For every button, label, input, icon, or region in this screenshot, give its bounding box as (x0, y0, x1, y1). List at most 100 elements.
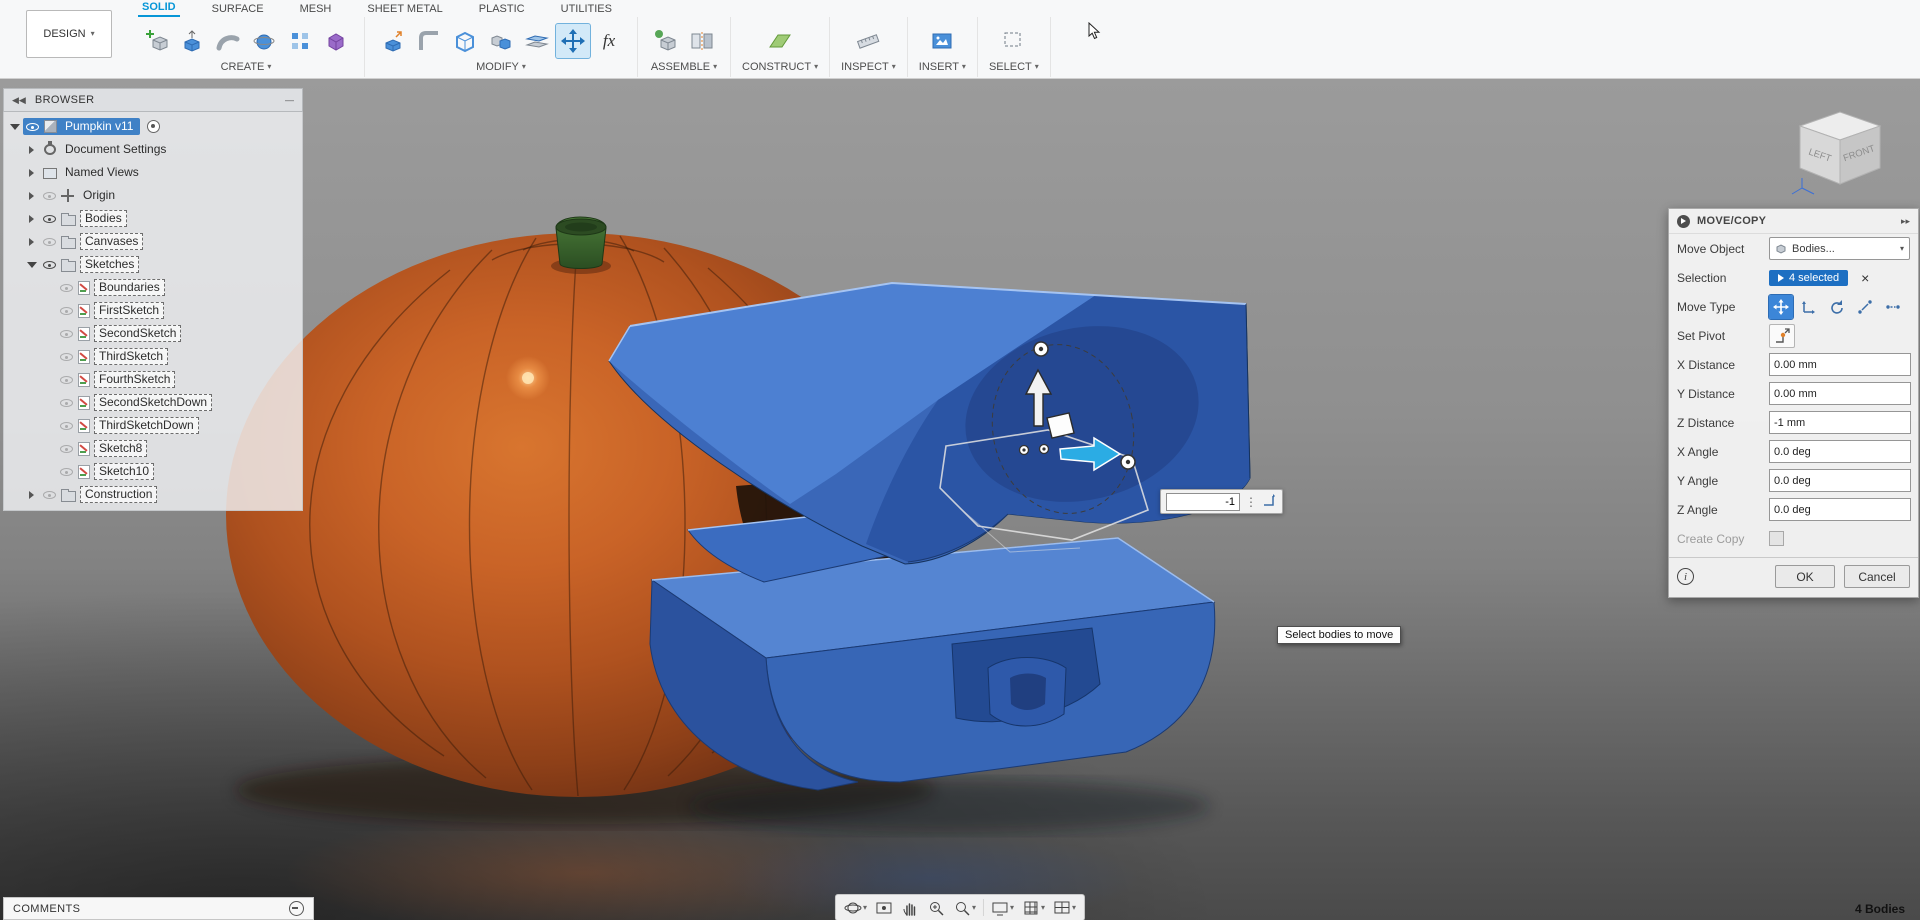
visibility-eye-icon[interactable] (60, 304, 74, 317)
info-icon[interactable]: i (1677, 568, 1694, 585)
offset-distance-input[interactable] (1166, 492, 1240, 511)
expand-arrow-icon[interactable] (44, 444, 54, 454)
expand-arrow-icon[interactable] (44, 375, 54, 385)
combine-icon[interactable] (484, 24, 518, 58)
construct-group-label[interactable]: CONSTRUCT ▾ (742, 61, 818, 73)
orbit-button[interactable]: ▾ (840, 897, 871, 918)
expand-arrow-icon[interactable] (44, 398, 54, 408)
visibility-eye-icon[interactable] (43, 488, 57, 501)
dock-dialog-icon[interactable]: ▸▸ (1901, 216, 1910, 227)
expand-arrow-icon[interactable] (27, 237, 37, 247)
selection-count-badge[interactable]: 4 selected (1769, 269, 1849, 286)
move-type-rotate-button[interactable] (1825, 295, 1849, 319)
comments-panel[interactable]: COMMENTS (3, 897, 314, 920)
move-copy-tool-icon[interactable] (555, 22, 591, 59)
tab-utilities[interactable]: UTILITIES (557, 1, 616, 17)
measure-icon[interactable] (851, 24, 885, 58)
mirror-join-icon[interactable] (685, 24, 719, 58)
browser-tree-item[interactable]: FourthSketch (4, 368, 302, 391)
expand-arrow-icon[interactable] (44, 329, 54, 339)
field-input[interactable] (1769, 353, 1911, 376)
field-input[interactable] (1769, 469, 1911, 492)
design-workspace-button[interactable]: DESIGN ▾ (26, 10, 112, 58)
browser-tree-item[interactable]: ThirdSketchDown (4, 414, 302, 437)
expand-arrow-icon[interactable] (44, 306, 54, 316)
field-input[interactable] (1769, 411, 1911, 434)
tab-mesh[interactable]: MESH (296, 1, 336, 17)
visibility-eye-icon[interactable] (60, 465, 74, 478)
move-type-translate-button[interactable] (1797, 295, 1821, 319)
dialog-header[interactable]: MOVE/COPY ▸▸ (1669, 209, 1918, 234)
field-input[interactable] (1769, 440, 1911, 463)
visibility-eye-icon[interactable] (60, 419, 74, 432)
expand-arrow-icon[interactable] (10, 122, 20, 132)
viewports-button[interactable]: ▾ (1049, 897, 1080, 918)
axis-toggle-icon[interactable] (1262, 492, 1277, 512)
assemble-group-label[interactable]: ASSEMBLE ▾ (651, 61, 717, 73)
inspect-group-label[interactable]: INSPECT ▾ (841, 61, 896, 73)
move-type-free-move-button[interactable] (1768, 293, 1794, 320)
minimize-panel-icon[interactable]: — (285, 95, 294, 105)
create-group-label[interactable]: CREATE ▾ (221, 61, 272, 73)
zoom-window-button[interactable]: ▾ (949, 897, 980, 918)
expand-arrow-icon[interactable] (27, 260, 37, 270)
parameters-fx-icon[interactable]: fx (592, 24, 626, 58)
create-copy-checkbox[interactable] (1769, 531, 1784, 546)
rotate-point-handle-top[interactable] (1033, 341, 1049, 357)
browser-tree-item[interactable]: Sketch10 (4, 460, 302, 483)
modify-group-label[interactable]: MODIFY ▾ (476, 61, 526, 73)
insert-canvas-icon[interactable] (925, 24, 959, 58)
fillet-icon[interactable] (412, 24, 446, 58)
move-type-point-to-position-button[interactable] (1881, 295, 1905, 319)
select-tool-icon[interactable] (997, 24, 1031, 58)
field-input[interactable] (1769, 382, 1911, 405)
grid-snap-button[interactable]: ▾ (1018, 897, 1049, 918)
browser-tree-item[interactable]: Boundaries (4, 276, 302, 299)
assemble-component-icon[interactable] (649, 24, 683, 58)
construction-plane-icon[interactable] (763, 24, 797, 58)
expand-arrow-icon[interactable] (44, 283, 54, 293)
plane-move-handle[interactable] (1046, 412, 1075, 439)
create-form-icon[interactable] (319, 24, 353, 58)
split-body-icon[interactable] (520, 24, 554, 58)
pan-button[interactable] (897, 897, 923, 918)
activate-component-radio[interactable] (147, 120, 161, 133)
browser-tree-item[interactable]: FirstSketch (4, 299, 302, 322)
cancel-button[interactable]: Cancel (1844, 565, 1910, 588)
browser-tree-item[interactable]: Origin (4, 184, 302, 207)
browser-tree-item[interactable]: Sketch8 (4, 437, 302, 460)
view-cube[interactable]: LEFT FRONT (1788, 100, 1898, 200)
collapse-comments-icon[interactable] (289, 901, 304, 916)
browser-tree-item[interactable]: Canvases (4, 230, 302, 253)
collapse-panel-icon[interactable]: ◀◀ (12, 95, 26, 106)
browser-tree-item[interactable]: Sketches (4, 253, 302, 276)
visibility-eye-icon[interactable] (26, 120, 40, 133)
tab-sheet-metal[interactable]: SHEET METAL (363, 1, 446, 17)
expand-arrow-icon[interactable] (27, 214, 37, 224)
move-object-dropdown[interactable]: Bodies... ▾ (1769, 237, 1910, 260)
visibility-eye-icon[interactable] (60, 396, 74, 409)
press-pull-icon[interactable] (376, 24, 410, 58)
display-settings-button[interactable]: ▾ (987, 897, 1018, 918)
set-pivot-button[interactable] (1769, 323, 1795, 348)
browser-tree-item[interactable]: Named Views (4, 161, 302, 184)
visibility-eye-icon[interactable] (43, 235, 57, 248)
visibility-eye-icon[interactable] (60, 350, 74, 363)
insert-group-label[interactable]: INSERT ▾ (919, 61, 966, 73)
move-type-point-to-point-button[interactable] (1853, 295, 1877, 319)
field-input[interactable] (1769, 498, 1911, 521)
tab-plastic[interactable]: PLASTIC (475, 1, 529, 17)
expand-arrow-icon[interactable] (27, 168, 37, 178)
clear-selection-icon[interactable]: × (1861, 271, 1869, 285)
visibility-eye-icon[interactable] (60, 373, 74, 386)
ok-button[interactable]: OK (1775, 565, 1835, 588)
visibility-eye-icon[interactable] (60, 281, 74, 294)
extrude-icon[interactable] (175, 24, 209, 58)
expand-arrow-icon[interactable] (44, 421, 54, 431)
visibility-eye-icon[interactable] (43, 212, 57, 225)
select-group-label[interactable]: SELECT ▾ (989, 61, 1039, 73)
tab-solid[interactable]: SOLID (138, 0, 180, 17)
expand-arrow-icon[interactable] (44, 352, 54, 362)
rotate-point-handle-right[interactable] (1120, 454, 1136, 470)
browser-tree-item[interactable]: Construction (4, 483, 302, 506)
